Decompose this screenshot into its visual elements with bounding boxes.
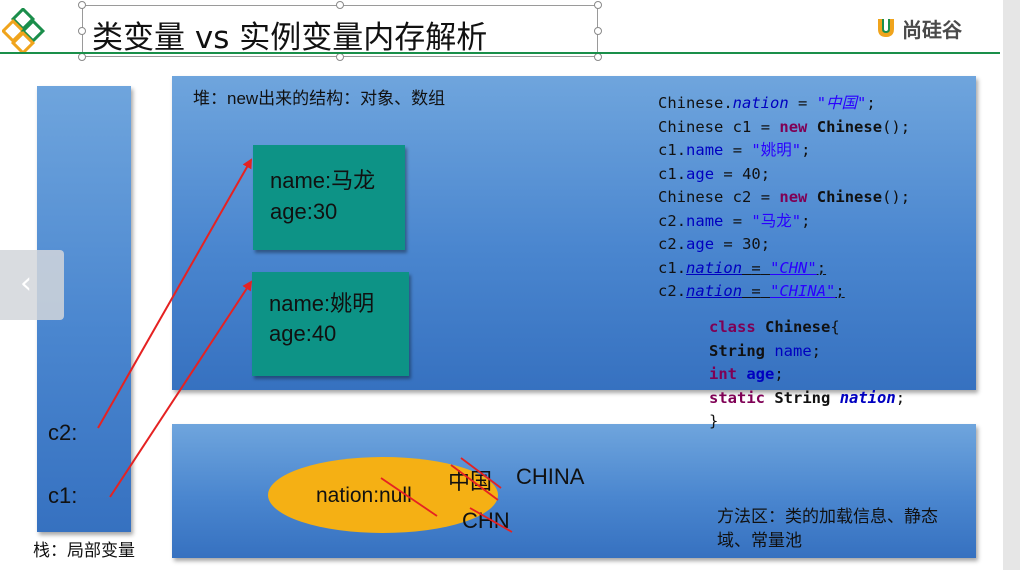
arrow-c2-to-malong — [97, 158, 252, 429]
arrow-c1-to-yaoming — [109, 280, 253, 498]
previous-slide-button[interactable] — [0, 250, 64, 320]
strike-mark — [460, 457, 502, 489]
chevron-left-icon[interactable]: ‹ — [20, 266, 32, 301]
strike-mark — [469, 507, 513, 533]
strike-mark — [450, 464, 499, 501]
annotation-overlay — [97, 158, 513, 533]
strike-mark — [380, 477, 438, 517]
